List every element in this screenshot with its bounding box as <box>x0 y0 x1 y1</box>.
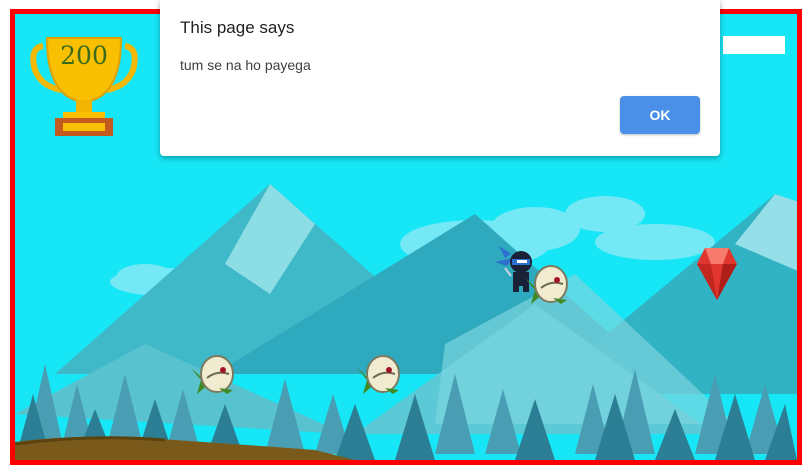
flying-bird-enemy-icon <box>191 355 234 394</box>
ok-button[interactable]: OK <box>620 96 700 134</box>
flying-bird-enemy-icon <box>525 265 568 304</box>
flying-bird-enemy-icon <box>357 355 400 394</box>
red-gem-icon <box>697 248 737 300</box>
hud-bar <box>723 36 785 54</box>
alert-dialog: This page says tum se na ho payega OK <box>160 0 720 156</box>
dialog-title: This page says <box>180 18 295 37</box>
dialog-message: tum se na ho payega <box>180 57 311 73</box>
score-value: 200 <box>60 41 108 70</box>
